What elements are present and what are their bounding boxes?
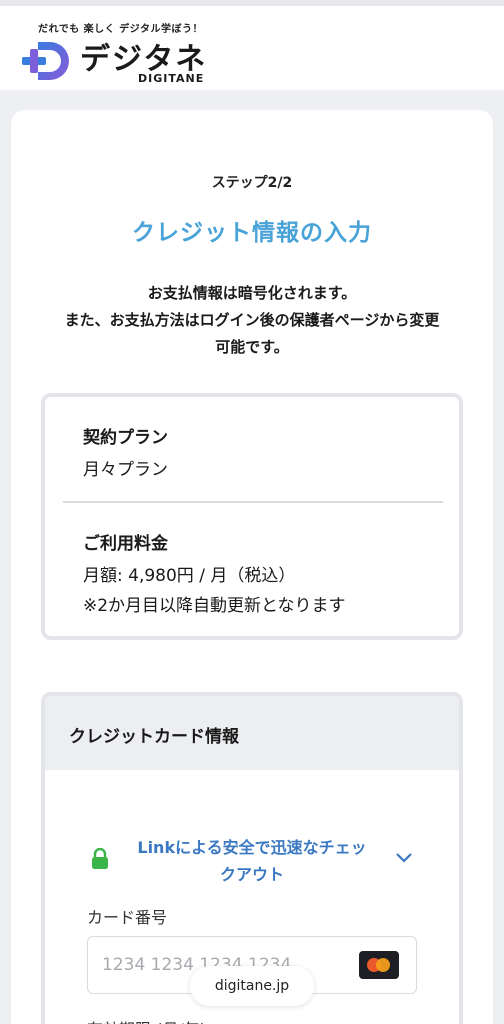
plan-summary-box: 契約プラン 月々プラン ご利用料金 月額: 4,980円 / 月（税込） ※2か… (41, 393, 463, 640)
plan-divider (63, 501, 443, 503)
fee-label: ご利用料金 (83, 534, 168, 554)
step-indicator: ステップ2/2 (211, 175, 293, 191)
description-line-2: また、お支払方法はログイン後の保護者ページから変更 (64, 311, 440, 329)
payment-card: ステップ2/2 クレジット情報の入力 お支払情報は暗号化されます。 また、お支払… (11, 110, 493, 1024)
credit-card-header: クレジットカード情報 (45, 696, 459, 770)
description-line-1: お支払情報は暗号化されます。 (147, 284, 357, 302)
fee-note: ※2か月目以降自動更新となります (83, 596, 346, 616)
lock-icon (92, 848, 108, 869)
contract-plan-label: 契約プラン (83, 428, 168, 448)
card-number-label: カード番号 (87, 908, 168, 927)
link-checkout-line-1: Linkによる安全で迅速なチェッ (137, 838, 367, 857)
link-checkout-text: Linkによる安全で迅速なチェッ クアウト (127, 834, 377, 888)
site-logo[interactable]: だれでも 楽しく デジタル学ぼう！ デジタネ DIGITANE (20, 14, 240, 86)
card-brand-icon (359, 951, 399, 979)
link-checkout-line-2: クアウト (219, 865, 284, 884)
logo-subtitle: DIGITANE (138, 72, 205, 85)
site-header: だれでも 楽しく デジタル学ぼう！ デジタネ DIGITANE (0, 6, 504, 90)
credit-card-title: クレジットカード情報 (69, 727, 239, 747)
description: お支払情報は暗号化されます。 また、お支払方法はログイン後の保護者ページから変更… (21, 280, 483, 361)
browser-url-pill[interactable]: digitane.jp (190, 966, 314, 1006)
logo-mark-icon (22, 42, 69, 80)
description-line-3: 可能です。 (215, 338, 289, 356)
logo-tagline: だれでも 楽しく デジタル学ぼう！ (38, 24, 203, 35)
contract-plan-value: 月々プラン (83, 460, 168, 480)
chevron-down-icon[interactable] (395, 852, 413, 864)
page-title: クレジット情報の入力 (132, 220, 372, 246)
expiry-label: 有効期限 (月/年) (87, 1016, 206, 1024)
link-checkout-toggle[interactable]: Linkによる安全で迅速なチェッ クアウト (87, 830, 427, 890)
fee-value: 月額: 4,980円 / 月（税込） (83, 566, 296, 586)
